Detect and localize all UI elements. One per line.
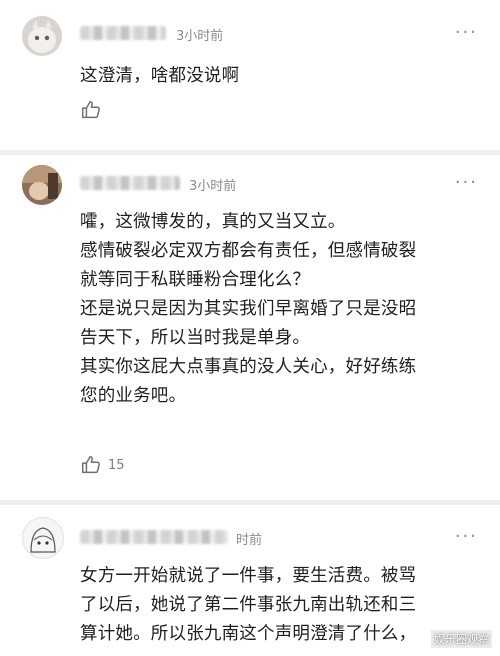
comment-line: 告天下，所以当时我是单身。 (80, 328, 311, 348)
comment-line: 感情破裂必定双方都会有责任，但感情破裂 (80, 241, 417, 261)
comment-item: 时前 ··· 女方一开始就说了一件事，要生活费。被骂 了以后，她说了第二件事张九… (0, 505, 500, 656)
comment-line: 这澄清，啥都没说啊 (80, 66, 240, 86)
username-blurred[interactable] (80, 530, 228, 544)
like-count: 15 (108, 457, 125, 473)
comment-line: 嚯，这微博发的，真的又当又立。 (80, 212, 346, 232)
timestamp: 3小时前 (176, 29, 224, 44)
comment-line: 其实你这屁大点事真的没人关心，好好练练 (80, 357, 417, 377)
thumbs-up-icon (82, 101, 100, 119)
comment-line: 女方一开始就说了一件事，要生活费。被骂 (80, 566, 417, 586)
more-options-icon[interactable]: ··· (455, 24, 478, 42)
more-options-icon[interactable]: ··· (455, 174, 478, 192)
like-button[interactable]: 15 (80, 454, 125, 476)
timestamp: 3小时前 (189, 179, 237, 194)
comment-text: 嚯，这微博发的，真的又当又立。 感情破裂必定双方都会有责任，但感情破裂 就等同于… (80, 208, 480, 411)
avatar[interactable] (22, 16, 62, 56)
avatar[interactable] (22, 517, 64, 559)
username-blurred[interactable] (80, 26, 166, 40)
like-button[interactable] (80, 99, 108, 121)
more-options-icon[interactable]: ··· (455, 528, 478, 546)
comment-line: 算计她。所以张九南这个声明澄清了什么， (80, 624, 417, 644)
comment-line: 还是说只是因为其实我们早离婚了只是没昭 (80, 299, 417, 319)
comment-text: 这澄清，啥都没说啊 (80, 62, 480, 91)
comment-item: 3小时前 ··· 嚯，这微博发的，真的又当又立。 感情破裂必定双方都会有责任，但… (0, 155, 500, 500)
thumbs-up-icon (82, 456, 100, 474)
timestamp: 时前 (236, 533, 263, 548)
comment-text: 女方一开始就说了一件事，要生活费。被骂 了以后，她说了第二件事张九南出轨还和三 … (80, 562, 480, 649)
comment-feed: 3小时前 ··· 这澄清，啥都没说啊 3小时前 ··· 嚯，这微博发的，真的又当… (0, 0, 500, 656)
comment-line: 您的业务吧。 (80, 386, 187, 406)
comment-line: 就等同于私联睡粉合理化么？ (80, 270, 311, 290)
comment-line: 了以后，她说了第二件事张九南出轨还和三 (80, 595, 417, 615)
comment-item: 3小时前 ··· 这澄清，啥都没说啊 (0, 0, 500, 150)
avatar[interactable] (22, 165, 62, 205)
username-blurred[interactable] (80, 176, 180, 190)
watermark: 娱乐圈观察 (431, 630, 492, 648)
